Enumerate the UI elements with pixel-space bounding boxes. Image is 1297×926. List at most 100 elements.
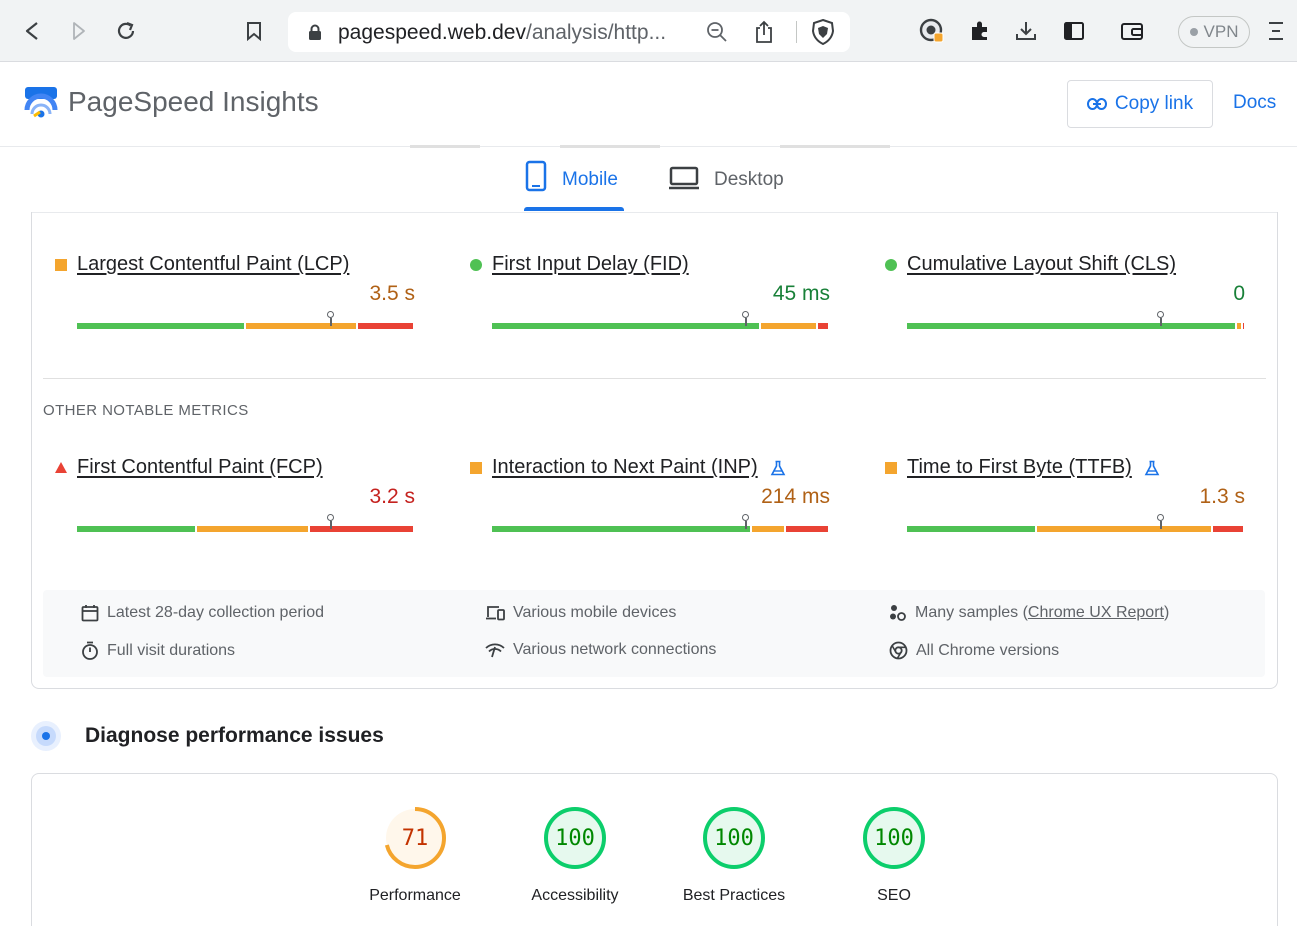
menu-icon[interactable]: [1262, 16, 1290, 46]
good-segment: [907, 526, 1036, 532]
metric-name-link[interactable]: Time to First Byte (TTFB): [907, 456, 1132, 479]
brave-shield-icon[interactable]: [810, 18, 836, 50]
address-bar[interactable]: pagespeed.web.dev/analysis/http...: [288, 12, 850, 52]
forward-icon[interactable]: [65, 16, 93, 46]
lock-icon: [308, 24, 322, 46]
metric-value: 214 ms: [761, 485, 830, 508]
sidebar-icon[interactable]: [1060, 16, 1088, 46]
info-samples-suffix: ): [1163, 604, 1170, 621]
needs-improvement-segment: [1236, 323, 1241, 329]
collection-info-box: Latest 28-day collection period Various …: [43, 590, 1265, 677]
needs-improvement-square-icon: [470, 461, 482, 474]
poor-segment: [357, 323, 413, 329]
info-network-text: Various network connections: [513, 641, 717, 658]
distribution-bar: [492, 514, 852, 532]
needs-improvement-segment: [1037, 526, 1211, 532]
bookmark-icon[interactable]: [240, 16, 268, 46]
metric-other_metrics-1: Interaction to Next Paint (INP) 214 ms: [470, 456, 830, 532]
diagnose-icon: [31, 721, 61, 751]
good-circle-icon: [470, 258, 482, 271]
good-segment: [492, 323, 759, 329]
download-icon[interactable]: [1012, 16, 1040, 46]
calendar-icon: [81, 605, 99, 622]
good-segment: [907, 323, 1235, 329]
poor-segment: [1212, 526, 1243, 532]
scrolled-content-fragment: [780, 145, 890, 148]
metric-name-link[interactable]: Largest Contentful Paint (LCP): [77, 253, 349, 276]
docs-link[interactable]: Docs: [1233, 92, 1276, 114]
metric-name-link[interactable]: Cumulative Layout Shift (CLS): [907, 253, 1176, 276]
browser-toolbar: pagespeed.web.dev/analysis/http... VPN: [0, 0, 1297, 62]
scrolled-content-fragment: [410, 145, 480, 148]
metric-core_metrics-1: First Input Delay (FID) 45 ms: [470, 253, 830, 329]
vpn-button[interactable]: VPN: [1178, 16, 1250, 48]
vpn-status-dot: [1189, 28, 1198, 36]
reload-icon[interactable]: [112, 16, 140, 46]
copy-link-label: Copy link: [1114, 93, 1194, 114]
metric-name-link[interactable]: Interaction to Next Paint (INP): [492, 456, 758, 479]
percentile-marker-head: [742, 514, 749, 521]
zoom-icon[interactable]: [706, 21, 728, 48]
info-devices: Various mobile devices: [485, 604, 676, 622]
tab-desktop-label: Desktop: [714, 169, 784, 190]
good-circle-icon: [885, 258, 897, 271]
share-icon[interactable]: [754, 20, 774, 49]
percentile-marker-head: [327, 311, 334, 318]
poor-segment: [818, 323, 828, 329]
metric-header: Time to First Byte (TTFB): [885, 456, 1245, 479]
score-label: SEO: [877, 887, 911, 904]
wallet-icon[interactable]: [1118, 16, 1146, 46]
percentile-marker: [329, 318, 332, 326]
poor-segment: [310, 526, 413, 532]
good-segment: [492, 526, 751, 532]
info-samples: Many samples (Chrome UX Report): [889, 604, 1169, 622]
info-period: Latest 28-day collection period: [81, 604, 324, 622]
tab-mobile[interactable]: Mobile: [524, 160, 618, 212]
other-metrics-label: OTHER NOTABLE METRICS: [43, 402, 249, 419]
metric-other_metrics-0: First Contentful Paint (FCP) 3.2 s: [55, 456, 415, 532]
active-tab-indicator: [524, 207, 624, 211]
needs-improvement-segment: [246, 323, 356, 329]
percentile-marker-head: [327, 514, 334, 521]
metric-header: Largest Contentful Paint (LCP): [55, 253, 415, 276]
tab-desktop[interactable]: Desktop: [668, 160, 784, 212]
distribution-bar: [907, 514, 1267, 532]
score-label: Best Practices: [682, 887, 786, 904]
experimental-flask-icon: [1144, 460, 1160, 475]
distribution-bar: [77, 514, 437, 532]
extensions-icon[interactable]: [966, 16, 994, 46]
metric-header: First Contentful Paint (FCP): [55, 456, 415, 479]
distribution-bar: [492, 311, 852, 329]
pagespeed-logo-icon: [24, 86, 58, 125]
needs-improvement-segment: [752, 526, 785, 532]
url-separator: [796, 21, 797, 43]
poor-triangle-icon: [55, 462, 67, 473]
info-chrome: All Chrome versions: [889, 641, 1059, 660]
info-durations-text: Full visit durations: [107, 641, 236, 659]
percentile-marker: [1159, 318, 1162, 326]
info-chrome-text: All Chrome versions: [916, 641, 1060, 659]
metric-value: 45 ms: [772, 282, 830, 305]
url-text: pagespeed.web.dev/analysis/http...: [338, 21, 667, 44]
score-value: 100: [874, 826, 914, 851]
app-header: PageSpeed Insights Copy link Docs: [0, 62, 1297, 147]
tab-mobile-label: Mobile: [562, 169, 618, 190]
extension-account-icon[interactable]: [918, 16, 946, 46]
percentile-marker: [329, 521, 332, 529]
percentile-marker-head: [742, 311, 749, 318]
metric-name-link[interactable]: First Input Delay (FID): [492, 253, 689, 276]
needs-improvement-square-icon: [55, 258, 67, 271]
metric-other_metrics-2: Time to First Byte (TTFB) 1.3 s: [885, 456, 1245, 532]
metric-value: 3.5 s: [369, 282, 415, 305]
metric-name-link[interactable]: First Contentful Paint (FCP): [77, 456, 323, 479]
stopwatch-icon: [82, 641, 98, 660]
info-durations: Full visit durations: [81, 641, 235, 660]
needs-improvement-square-icon: [885, 461, 897, 474]
distribution-bar: [907, 311, 1267, 329]
experimental-flask-icon: [770, 460, 786, 475]
back-icon[interactable]: [18, 16, 46, 46]
chrome-ux-report-link[interactable]: Chrome UX Report: [1028, 604, 1164, 621]
copy-link-button[interactable]: Copy link: [1067, 80, 1213, 128]
metric-core_metrics-2: Cumulative Layout Shift (CLS) 0: [885, 253, 1245, 329]
score-label: Accessibility: [531, 887, 619, 904]
